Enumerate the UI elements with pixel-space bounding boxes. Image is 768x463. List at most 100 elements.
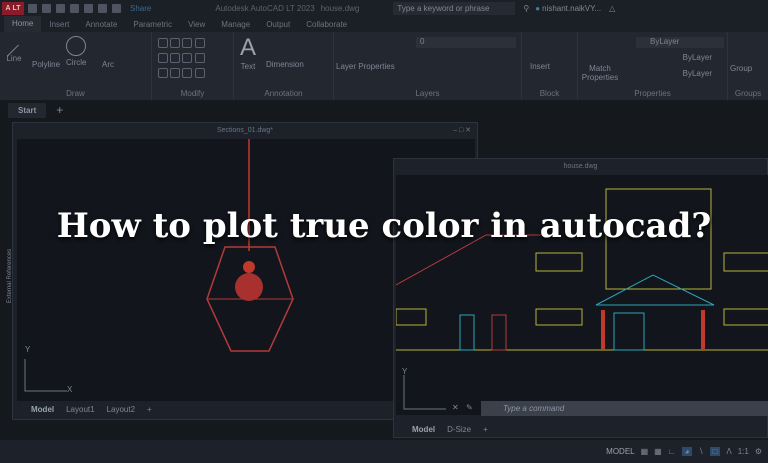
add-layout-button[interactable]: + [483, 425, 488, 434]
text-icon: A [240, 34, 257, 61]
tab-parametric[interactable]: Parametric [125, 20, 180, 29]
group-label: Group [730, 64, 753, 73]
text-label: Text [240, 62, 256, 71]
add-layout-button[interactable]: + [147, 405, 152, 414]
layer-dropdown[interactable]: 0 [416, 37, 516, 48]
panel-modify: Modify [152, 32, 234, 100]
circle-label: Circle [66, 58, 87, 67]
annotation-icon[interactable]: Λ [726, 447, 731, 456]
current-layer: 0 [420, 37, 425, 46]
polar-icon[interactable]: ◕ [681, 447, 693, 456]
redo-icon[interactable] [112, 3, 121, 13]
osnap-icon[interactable]: □ [709, 447, 721, 456]
linetype-value: ByLayer [682, 53, 712, 62]
tab-model[interactable]: Model [31, 405, 54, 414]
title-bar: A LT Share Autodesk AutoCAD LT 2023 hous… [0, 0, 768, 16]
settings-gear-icon[interactable]: ⚙ [755, 447, 762, 456]
dimension-label: Dimension [266, 60, 304, 69]
x-axis-label: X [67, 385, 73, 394]
tab-layout1[interactable]: Layout1 [66, 405, 94, 414]
save-icon[interactable] [56, 3, 65, 13]
file-name: house.dwg [320, 3, 360, 13]
window-titlebar: Sections_01.dwg* – □ ✕ [13, 123, 477, 137]
snap-icon[interactable]: ▦ [654, 447, 662, 456]
tab-layout2[interactable]: Layout2 [107, 405, 135, 414]
panel-properties: Match Properties ByLayer ByLayer ByLayer… [578, 32, 728, 100]
undo-icon[interactable] [98, 3, 107, 13]
tab-view[interactable]: View [180, 20, 213, 29]
search-input[interactable]: Type a keyword or phrase [393, 1, 516, 15]
modify-tools[interactable] [158, 38, 205, 83]
polyline-tool[interactable]: Polyline [32, 60, 60, 69]
tab-home[interactable]: Home [4, 16, 42, 32]
grid-icon[interactable]: ▦ [641, 447, 649, 456]
open-icon[interactable] [42, 3, 51, 13]
groups-panel-title[interactable]: Groups [728, 89, 768, 98]
tab-manage[interactable]: Manage [213, 20, 258, 29]
properties-panel-title[interactable]: Properties [578, 89, 727, 98]
dimension-tool[interactable]: Dimension [266, 60, 304, 69]
window-controls[interactable]: – □ ✕ [453, 126, 471, 134]
search-placeholder: Type a keyword or phrase [397, 3, 490, 13]
ortho-icon[interactable]: ∟ [668, 447, 676, 456]
modify-panel-title[interactable]: Modify [152, 89, 233, 98]
draw-panel-title[interactable]: Draw [0, 89, 151, 98]
tab-model[interactable]: Model [412, 425, 435, 434]
ribbon: Line Polyline Circle Arc Draw Modify A Te… [0, 32, 768, 100]
model-space-button[interactable]: MODEL [606, 447, 634, 456]
customize-command-icon[interactable]: ✎ [466, 403, 473, 412]
drawing-window-house[interactable]: house.dwg Y Model D-Size + [393, 158, 768, 438]
match-properties-tool[interactable]: Match Properties [580, 64, 620, 82]
new-tab-button[interactable]: + [56, 103, 63, 117]
arc-tool[interactable]: Arc [102, 60, 114, 69]
layout-tabs: Model D-Size + [412, 425, 488, 434]
block-panel-title[interactable]: Block [522, 89, 577, 98]
layer-properties-tool[interactable]: Layer Properties [336, 62, 395, 71]
color-dropdown[interactable]: ByLayer [636, 37, 724, 48]
tab-collaborate[interactable]: Collaborate [298, 20, 355, 29]
ribbon-tabs: Home Insert Annotate Parametric View Man… [0, 16, 768, 32]
linetype-dropdown[interactable]: ByLayer [636, 53, 724, 64]
user-name[interactable]: nishant.naikVY... [542, 4, 601, 13]
tab-annotate[interactable]: Annotate [77, 20, 125, 29]
document-tabs: Start + [0, 100, 768, 120]
user-icon: ● [535, 3, 541, 13]
share-button[interactable]: Share [130, 4, 151, 13]
start-tab[interactable]: Start [8, 102, 47, 118]
panel-annotation: A Text Dimension Annotation [234, 32, 334, 100]
window-titlebar: house.dwg [394, 159, 767, 173]
layers-panel-title[interactable]: Layers [334, 89, 521, 98]
lineweight-dropdown[interactable]: ByLayer [636, 69, 724, 80]
insert-label: Insert [530, 62, 551, 71]
annotation-panel-title[interactable]: Annotation [234, 89, 333, 98]
window-title: house.dwg [563, 162, 598, 170]
search-icon[interactable]: ⚲ [523, 4, 529, 13]
headline-overlay: How to plot true color in autocad? [56, 206, 712, 246]
status-bar: MODEL ▦ ▦ ∟ ◕ ∖ □ Λ 1:1 ⚙ [0, 440, 768, 463]
insert-tool[interactable]: Insert [530, 62, 550, 71]
autodesk-icon[interactable]: △ [609, 4, 615, 13]
tab-d-size[interactable]: D-Size [447, 425, 471, 434]
text-tool[interactable]: A Text [240, 34, 256, 71]
layout-tabs: Model Layout1 Layout2 + [31, 405, 152, 414]
save-as-icon[interactable] [70, 3, 79, 13]
panel-block: Insert Block [522, 32, 578, 100]
annotation-scale[interactable]: 1:1 [738, 447, 749, 456]
arc-label: Arc [102, 60, 114, 69]
new-icon[interactable] [28, 3, 37, 13]
command-input[interactable]: Type a command [481, 401, 768, 416]
isodraft-icon[interactable]: ∖ [698, 447, 703, 456]
group-tool[interactable]: Group [730, 64, 752, 73]
circle-tool[interactable]: Circle [66, 36, 86, 67]
line-tool[interactable]: Line [6, 38, 30, 68]
tab-output[interactable]: Output [258, 20, 298, 29]
tab-insert[interactable]: Insert [41, 20, 77, 29]
app-logo[interactable]: A LT [2, 1, 24, 15]
panel-groups: Group Groups [728, 32, 768, 100]
close-command-icon[interactable]: ✕ [452, 403, 459, 412]
plot-icon[interactable] [84, 3, 93, 13]
layer-properties-label: Layer Properties [336, 62, 395, 71]
match-properties-label: Match Properties [581, 64, 619, 82]
product-badge: LT [12, 4, 21, 12]
external-references-palette[interactable]: External References [7, 249, 13, 303]
